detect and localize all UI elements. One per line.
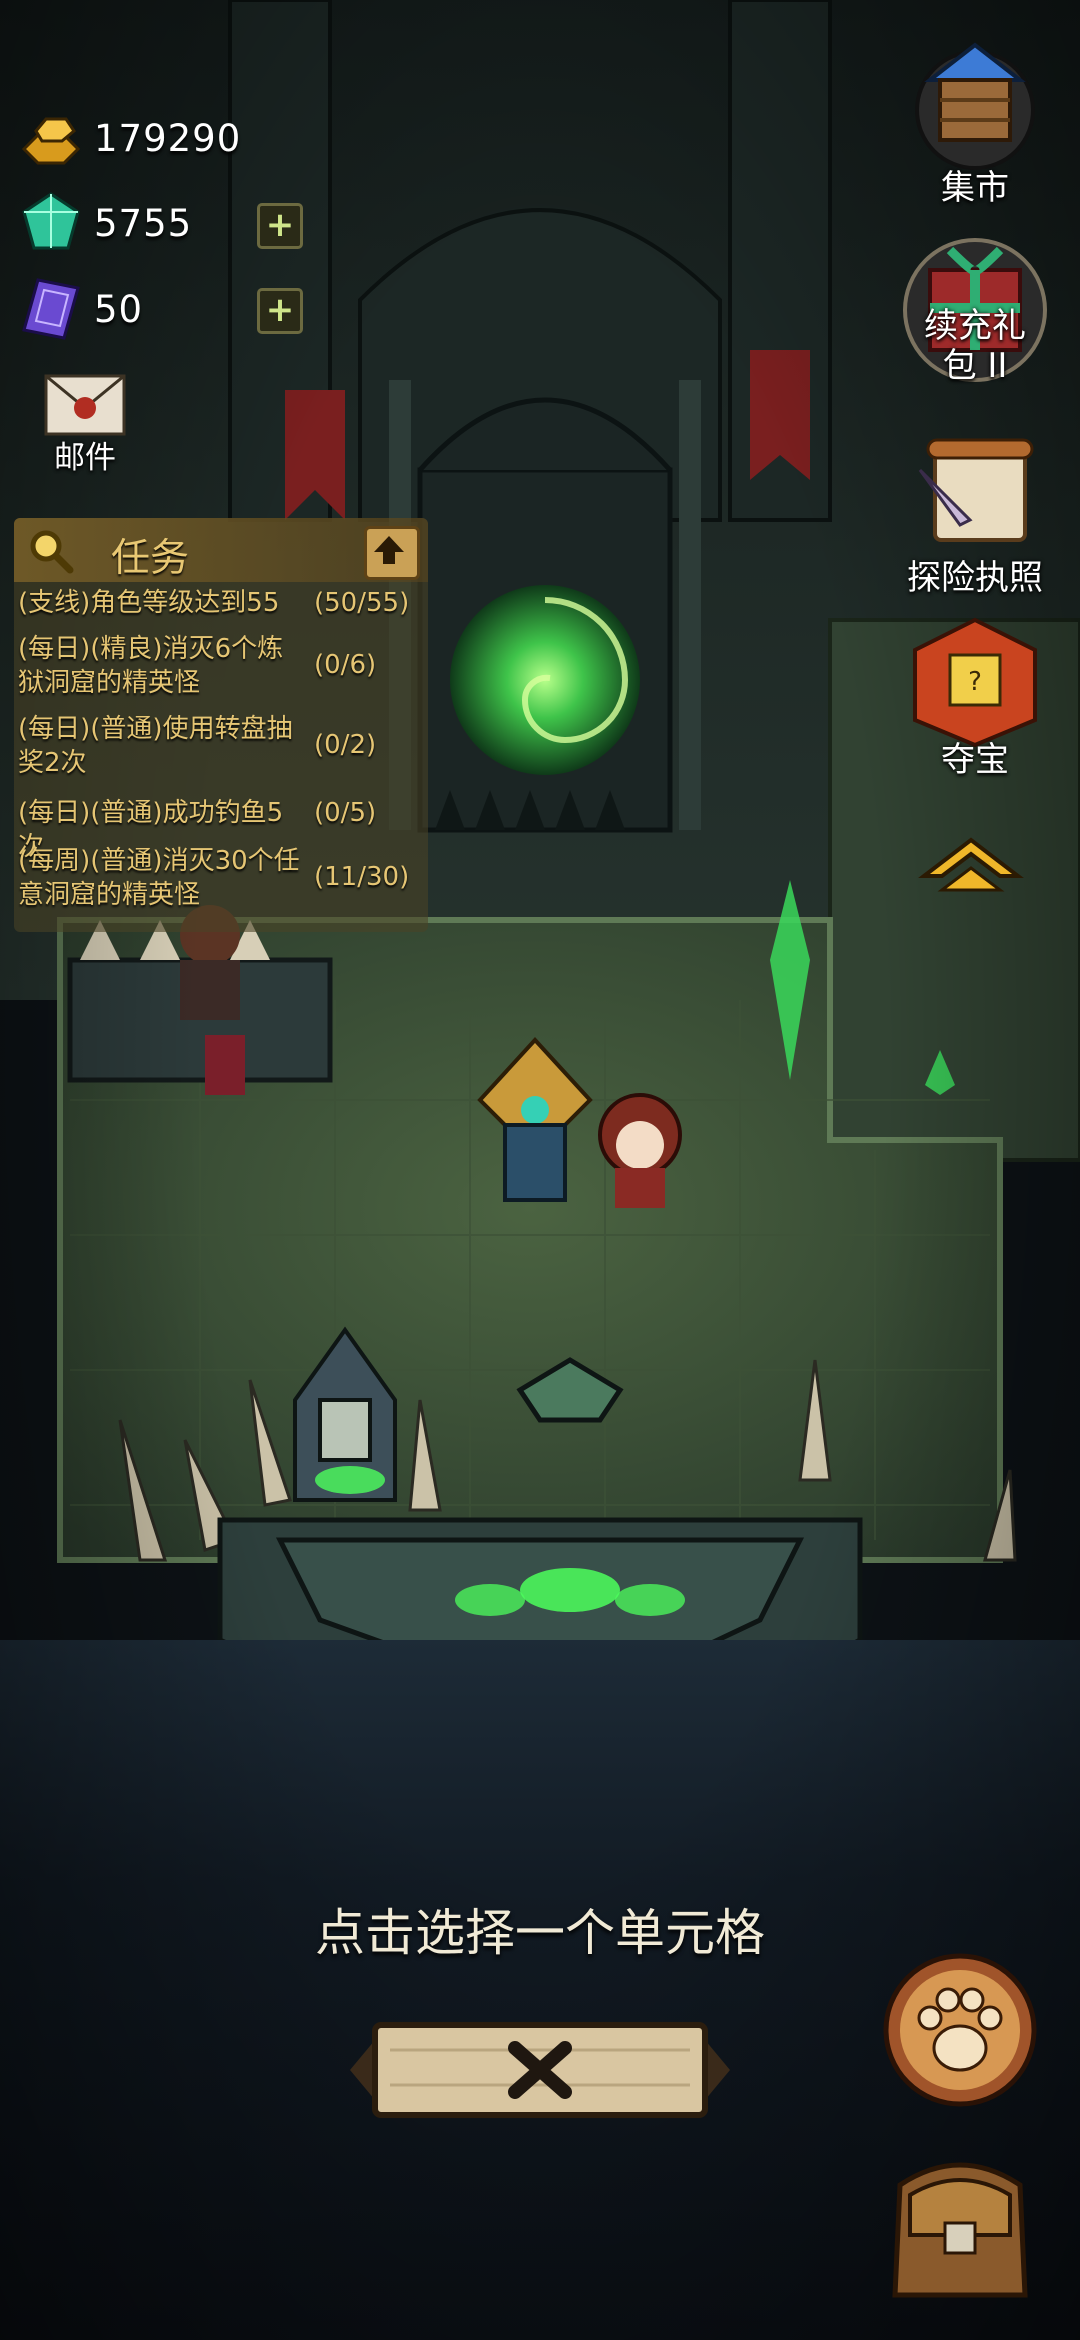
add-cards-button[interactable]: + <box>257 288 303 334</box>
mail-envelope-icon <box>44 374 126 436</box>
card-counter: 50 <box>18 276 143 342</box>
wooden-sign <box>350 2022 730 2118</box>
chevron-up-icon[interactable] <box>918 832 1024 892</box>
gem-icon <box>22 192 80 250</box>
market-stall-icon <box>915 42 1035 170</box>
quest-text: (每日)(精良)消灭6个炼狱洞窟的精英怪 <box>18 634 284 698</box>
quest-progress: (11/30) <box>314 862 410 892</box>
collapse-quests-button[interactable] <box>364 526 420 580</box>
quest-progress: (0/2) <box>314 730 377 760</box>
backpack-icon <box>892 2162 1028 2298</box>
treasure-book-icon: ? <box>913 617 1037 748</box>
add-gems-button[interactable]: + <box>257 203 303 249</box>
explore-license-button[interactable]: 探险执照 <box>880 430 1070 610</box>
gold-value: 179290 <box>94 116 242 160</box>
gold-counter: 179290 <box>18 105 241 171</box>
gem-value: 5755 <box>94 201 193 245</box>
scroll-quill-icon <box>918 438 1034 542</box>
explore-license-label: 探险执照 <box>907 558 1043 598</box>
cancel-button[interactable] <box>340 2015 740 2125</box>
quest-progress: (0/6) <box>314 650 377 680</box>
card-value: 50 <box>94 287 144 331</box>
search-icon[interactable] <box>26 526 76 576</box>
mail-label: 邮件 <box>54 440 116 476</box>
gift-pack-label-2: 包 II <box>942 346 1008 386</box>
market-label: 集市 <box>941 168 1009 208</box>
gold-ingot-icon <box>21 117 81 165</box>
quest-text: (每日)(普通)使用转盘抽奖2次 <box>18 714 293 778</box>
gift-pack-button[interactable]: 续充礼 包 II <box>880 220 1070 410</box>
quest-progress: (50/55) <box>314 588 410 618</box>
svg-text:?: ? <box>968 667 982 697</box>
paw-button[interactable] <box>880 1950 1040 2110</box>
quest-text: (支线)角色等级达到55 <box>18 588 280 618</box>
gift-pack-label-1: 续充礼 <box>924 306 1026 346</box>
treasure-label: 夺宝 <box>941 740 1009 780</box>
card-icon <box>22 278 80 340</box>
quest-panel: 任务 (支线)角色等级达到55 (50/55) (每日)(精良)消灭6个炼狱洞窟… <box>14 518 428 932</box>
paw-icon <box>883 1953 1037 2107</box>
gem-counter: 5755 <box>18 190 192 256</box>
quest-progress: (0/5) <box>314 798 377 828</box>
quest-header: 任务 <box>14 518 428 582</box>
arrow-up-icon <box>374 536 404 564</box>
mail-button[interactable]: 邮件 <box>40 370 130 482</box>
quest-title: 任务 <box>111 536 190 581</box>
quest-text: (每周)(普通)消灭30个任意洞窟的精英怪 <box>18 846 300 910</box>
market-button[interactable]: 集市 <box>890 20 1060 220</box>
treasure-button[interactable]: ? 夺宝 <box>880 610 1070 790</box>
backpack-button[interactable] <box>870 2135 1050 2315</box>
